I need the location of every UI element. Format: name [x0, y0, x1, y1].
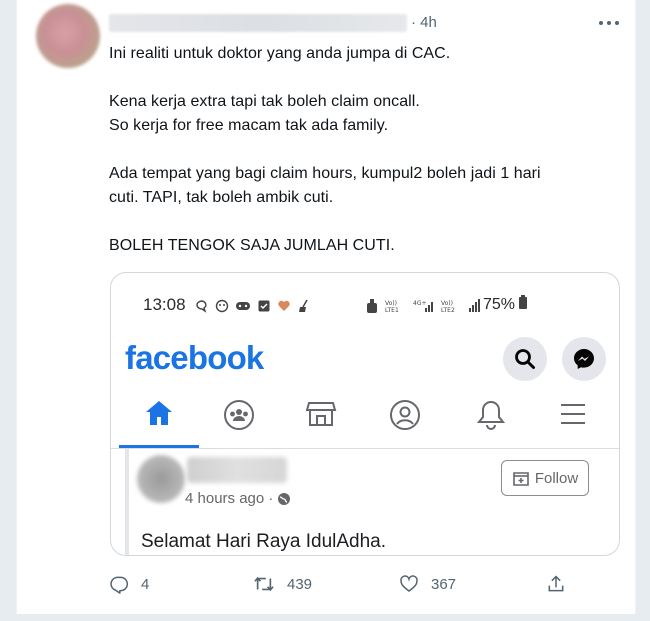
chat-bubble-icon — [196, 300, 207, 313]
facebook-nav-bar — [111, 399, 619, 449]
follow-label: Follow — [534, 469, 579, 487]
marketplace-icon — [305, 402, 337, 426]
heart-icon — [400, 575, 418, 593]
tweet-line: Ada tempat yang bagi claim hours, kumpul… — [109, 165, 541, 182]
share-button[interactable] — [546, 574, 566, 594]
messenger-button — [562, 337, 606, 381]
svg-text:LTE2: LTE2 — [441, 307, 455, 314]
tweet-line: Kena kerja extra tapi tak boleh claim on… — [109, 93, 420, 110]
signal-icons: Vo)) LTE1 4G+ Vo)) LTE2 — [365, 297, 481, 315]
tweet-header: · 4h — [109, 12, 627, 34]
search-icon — [515, 349, 535, 369]
volte2-icon: Vo))LTE2 — [441, 300, 455, 314]
svg-text:Vo)): Vo)) — [385, 300, 397, 307]
nav-marketplace — [291, 399, 351, 445]
checkbox-icon — [258, 300, 270, 312]
signal-strength-icon: 4G+ — [413, 300, 433, 312]
nav-groups — [209, 399, 269, 445]
post-avatar — [137, 455, 185, 503]
blurred-page-name — [187, 457, 287, 483]
messenger-icon — [574, 349, 594, 369]
tweet-card: · 4h Ini realiti untuk doktor yang anda … — [16, 0, 636, 614]
retweet-button[interactable]: 439 — [253, 574, 312, 594]
post-meta: 4 hours ago · — [185, 490, 291, 507]
facebook-logo: facebook — [125, 339, 264, 376]
bell-icon — [476, 400, 506, 430]
game-icon — [236, 302, 250, 310]
avatar[interactable] — [36, 4, 100, 68]
tweet-text: Ini realiti untuk doktor yang anda jumpa… — [109, 42, 625, 258]
status-time: 13:08 — [143, 295, 186, 314]
signal-bars-icon — [469, 299, 480, 312]
svg-text:4G+: 4G+ — [413, 300, 427, 307]
nav-home — [129, 399, 189, 445]
status-battery: 75% — [483, 295, 528, 314]
blurred-username[interactable] — [109, 14, 407, 32]
tweet-line: So kerja for free macam tak ada family. — [109, 117, 389, 134]
nav-notifications — [461, 399, 521, 445]
share-icon — [548, 575, 564, 592]
retweet-icon — [254, 576, 274, 592]
nav-menu — [543, 399, 603, 445]
like-count: 367 — [431, 575, 457, 593]
more-horizontal-icon[interactable] — [597, 16, 621, 30]
svg-text:LTE1: LTE1 — [385, 307, 399, 314]
facebook-post: 4 hours ago · Follow Selamat Hari Raya I… — [111, 449, 619, 555]
reply-count: 4 — [141, 575, 150, 593]
notification-icons — [195, 297, 311, 315]
retweet-count: 439 — [287, 575, 313, 593]
groups-icon — [224, 400, 254, 430]
volte-icon: Vo))LTE1 — [385, 300, 399, 314]
follow-page-icon — [513, 472, 529, 486]
home-icon — [146, 401, 172, 425]
broom-icon — [299, 299, 308, 312]
profile-icon — [390, 400, 420, 430]
alarm-icon — [367, 299, 377, 313]
attached-image[interactable]: 13:08 Vo)) LTE1 4G+ Vo)) LTE2 75% facebo… — [110, 272, 620, 556]
heart-shield-icon — [278, 300, 290, 311]
menu-icon — [561, 404, 585, 424]
battery-icon — [519, 295, 528, 309]
face-icon — [215, 299, 229, 313]
post-gutter — [125, 449, 129, 555]
svg-text:Vo)): Vo)) — [441, 300, 453, 307]
phone-status-bar: 13:08 Vo)) LTE1 4G+ Vo)) LTE2 75% — [111, 293, 619, 319]
tweet-line: BOLEH TENGOK SAJA JUMLAH CUTI. — [109, 237, 395, 254]
follow-button: Follow — [501, 460, 589, 496]
tweet-timestamp[interactable]: · 4h — [411, 14, 437, 31]
search-button — [503, 337, 547, 381]
nav-profile — [375, 399, 435, 445]
tweet-line: Ini realiti untuk doktor yang anda jumpa… — [109, 45, 451, 62]
reply-button[interactable]: 4 — [109, 574, 149, 594]
like-button[interactable]: 367 — [399, 574, 456, 594]
globe-icon — [278, 492, 291, 505]
tweet-line: cuti. TAPI, tak boleh ambik cuti. — [109, 189, 334, 206]
tweet-actions: 4 439 367 — [109, 574, 629, 602]
reply-icon — [110, 576, 129, 594]
post-time: 4 hours ago · — [185, 490, 274, 507]
post-text: Selamat Hari Raya IdulAdha. — [141, 531, 387, 552]
